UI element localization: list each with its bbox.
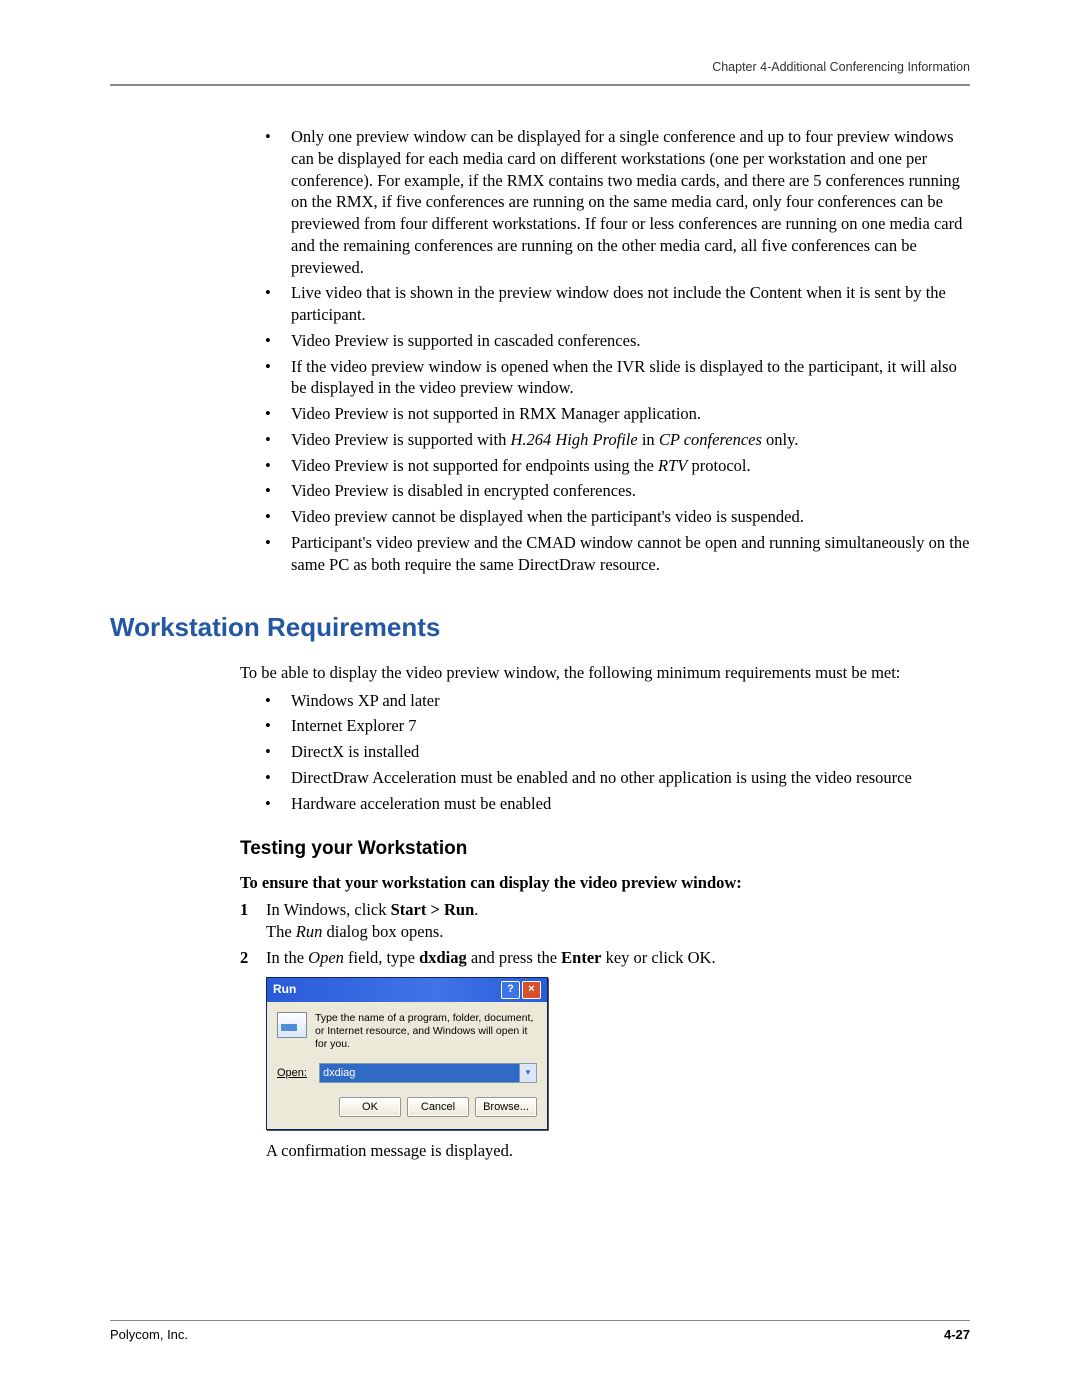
step-number: 1 [240, 899, 248, 921]
header-rule [110, 84, 970, 86]
bullet-text: Video Preview is supported in cascaded c… [291, 331, 641, 350]
bullet-text: Video Preview is supported with [291, 430, 510, 449]
italic-text: H.264 High Profile [510, 430, 637, 449]
page-content: Only one preview window can be displayed… [110, 126, 970, 1162]
bullet-text: only. [762, 430, 799, 449]
steps-list: 1 In Windows, click Start > Run. The Run… [240, 899, 970, 968]
bullet-text: Windows XP and later [291, 691, 440, 710]
run-dialog: Run ? × Type the name of a program, fold… [266, 977, 548, 1130]
step-text: In Windows, click [266, 900, 391, 919]
open-input[interactable] [320, 1064, 519, 1082]
subsection-heading: Testing your Workstation [240, 836, 970, 861]
step-item: 2 In the Open field, type dxdiag and pre… [240, 947, 970, 969]
requirements-list: Windows XP and later Internet Explorer 7… [265, 690, 970, 815]
list-item: Windows XP and later [265, 690, 970, 712]
help-button[interactable]: ? [501, 981, 520, 999]
lead-paragraph: To ensure that your workstation can disp… [240, 872, 970, 894]
step-text: The [266, 922, 296, 941]
bullet-text: If the video preview window is opened wh… [291, 357, 957, 398]
open-row: Open: ▾ [277, 1063, 537, 1083]
list-item: Participant's video preview and the CMAD… [265, 532, 970, 576]
list-item: Video Preview is supported in cascaded c… [265, 330, 970, 352]
bullet-text: Video Preview is not supported in RMX Ma… [291, 404, 701, 423]
open-combobox[interactable]: ▾ [319, 1063, 537, 1083]
run-dialog-body: Type the name of a program, folder, docu… [267, 1002, 547, 1129]
bullet-text: protocol. [687, 456, 750, 475]
chapter-header: Chapter 4-Additional Conferencing Inform… [110, 60, 970, 74]
bullet-text: Live video that is shown in the preview … [291, 283, 946, 324]
bullet-text: Video Preview is disabled in encrypted c… [291, 481, 636, 500]
page-footer: Polycom, Inc. 4-27 [110, 1320, 970, 1342]
bullet-text: Internet Explorer 7 [291, 716, 417, 735]
step-text: . [474, 900, 478, 919]
browse-button[interactable]: Browse... [475, 1097, 537, 1117]
step-text: dialog box opens. [322, 922, 443, 941]
bullet-text: Only one preview window can be displayed… [291, 127, 962, 277]
bold-text: Start > Run [391, 900, 475, 919]
list-item: Video Preview is not supported for endpo… [265, 455, 970, 477]
italic-text: Open [308, 948, 344, 967]
bullet-text: in [638, 430, 659, 449]
list-item: DirectDraw Acceleration must be enabled … [265, 767, 970, 789]
list-item: Video Preview is supported with H.264 Hi… [265, 429, 970, 451]
list-item: Only one preview window can be displayed… [265, 126, 970, 278]
run-dialog-top: Type the name of a program, folder, docu… [277, 1012, 537, 1051]
list-item: Video Preview is disabled in encrypted c… [265, 480, 970, 502]
bullet-text: Hardware acceleration must be enabled [291, 794, 551, 813]
run-icon [277, 1012, 307, 1038]
bullet-text: Video Preview is not supported for endpo… [291, 456, 658, 475]
top-bullet-list: Only one preview window can be displayed… [265, 126, 970, 576]
bullet-text: DirectDraw Acceleration must be enabled … [291, 768, 912, 787]
run-dialog-description: Type the name of a program, folder, docu… [315, 1012, 537, 1051]
bold-text: dxdiag [419, 948, 467, 967]
close-button[interactable]: × [522, 981, 541, 999]
document-page: Chapter 4-Additional Conferencing Inform… [0, 0, 1080, 1397]
run-dialog-titlebar: Run ? × [267, 978, 547, 1002]
dialog-button-row: OK Cancel Browse... [277, 1097, 537, 1117]
list-item: Internet Explorer 7 [265, 715, 970, 737]
list-item: Hardware acceleration must be enabled [265, 793, 970, 815]
italic-text: Run [296, 922, 323, 941]
footer-left: Polycom, Inc. [110, 1327, 188, 1342]
step-item: 1 In Windows, click Start > Run. The Run… [240, 899, 970, 943]
bullet-text: Video preview cannot be displayed when t… [291, 507, 804, 526]
open-label: Open: [277, 1066, 311, 1081]
cancel-button[interactable]: Cancel [407, 1097, 469, 1117]
list-item: Live video that is shown in the preview … [265, 282, 970, 326]
bullet-text: DirectX is installed [291, 742, 419, 761]
bold-text: Enter [561, 948, 601, 967]
list-item: Video Preview is not supported in RMX Ma… [265, 403, 970, 425]
run-dialog-title: Run [273, 982, 296, 998]
titlebar-buttons: ? × [501, 981, 541, 999]
step-text: field, type [344, 948, 419, 967]
italic-text: CP conferences [659, 430, 762, 449]
list-item: DirectX is installed [265, 741, 970, 763]
step-text: key or click OK. [601, 948, 715, 967]
intro-paragraph: To be able to display the video preview … [240, 662, 970, 684]
list-item: Video preview cannot be displayed when t… [265, 506, 970, 528]
bullet-text: Participant's video preview and the CMAD… [291, 533, 969, 574]
list-item: If the video preview window is opened wh… [265, 356, 970, 400]
step-number: 2 [240, 947, 248, 969]
step-text: In the [266, 948, 308, 967]
section-heading: Workstation Requirements [110, 610, 970, 644]
ok-button[interactable]: OK [339, 1097, 401, 1117]
chevron-down-icon[interactable]: ▾ [519, 1064, 536, 1082]
italic-text: RTV [658, 456, 687, 475]
footer-page-number: 4-27 [944, 1327, 970, 1342]
after-image-text: A confirmation message is displayed. [266, 1140, 970, 1162]
step-text: and press the [467, 948, 561, 967]
